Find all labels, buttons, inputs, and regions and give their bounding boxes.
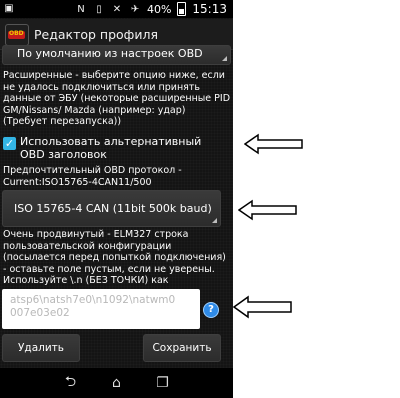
no-signal-icon: ✕ — [112, 3, 122, 15]
arrow-left-icon — [238, 199, 297, 221]
protocol-spinner[interactable]: ISO 15765-4 CAN (11bit 500k baud) — [2, 190, 221, 227]
delete-button[interactable]: Удалить — [2, 334, 80, 362]
phone-screen: ▣ N ▯ ✕ ✈ 40% 15:13 OBD Редактор профиля… — [0, 0, 233, 398]
save-button[interactable]: Сохранить — [143, 334, 221, 362]
init-string-input[interactable]: atsp6\natsh7e0\n1092\natwm0 007e03e02 — [2, 289, 200, 329]
help-icon[interactable]: ? — [203, 302, 219, 318]
battery-icon — [177, 2, 187, 16]
arrow-left-icon — [233, 295, 292, 319]
recent-apps-icon[interactable]: ❐ — [153, 375, 173, 391]
check-icon: ✓ — [4, 137, 15, 150]
spinner-corner-icon — [222, 56, 227, 61]
preferred-protocol-text: Предпочтительный OBD протокол - Current:… — [3, 165, 182, 188]
app-icon: ▣ — [4, 3, 14, 14]
nav-bar: ⮌ ⌂ ❐ — [0, 368, 233, 398]
advanced-description: Расширенные - выберите опцию ниже, если … — [3, 70, 231, 127]
vibrate-icon: ▯ — [96, 3, 102, 15]
page-title: Редактор профиля — [34, 27, 158, 42]
back-icon[interactable]: ⮌ — [61, 371, 81, 395]
elm-description: Очень продвинутый - ELM327 строка пользо… — [3, 229, 226, 298]
battery-percent: 40% — [146, 2, 172, 16]
app-logo-icon[interactable]: OBD — [5, 24, 29, 46]
obd-settings-spinner[interactable]: По умолчанию из настроек OBD — [2, 45, 231, 65]
alt-header-label[interactable]: Использовать альтернативный OBD заголово… — [20, 135, 225, 161]
clock: 15:13 — [192, 2, 227, 16]
arrow-left-icon — [244, 133, 303, 155]
spinner-corner-icon — [212, 218, 217, 223]
alt-header-checkbox[interactable]: ✓ — [3, 137, 16, 150]
status-bar: ▣ N ▯ ✕ ✈ 40% 15:13 — [0, 0, 233, 18]
home-icon[interactable]: ⌂ — [107, 375, 127, 391]
airplane-icon: ✈ — [130, 3, 140, 15]
nfc-icon: N — [77, 3, 85, 15]
